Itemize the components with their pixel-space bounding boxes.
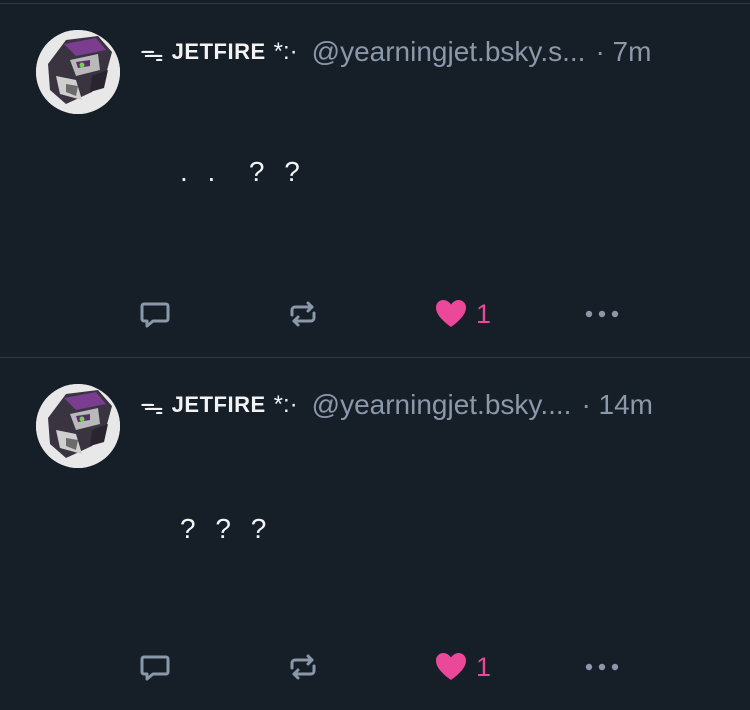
author-name[interactable]: JETFIRE xyxy=(172,392,266,418)
more-options-button[interactable] xyxy=(584,647,620,687)
avatar[interactable] xyxy=(36,384,120,468)
post-timestamp[interactable]: · 14m xyxy=(581,389,653,421)
repost-arrows-icon xyxy=(290,654,316,680)
avatar-image xyxy=(36,384,120,468)
post-header: ᯓ JETFIRE *:· @yearningjet.bsky.s... · 7… xyxy=(140,34,720,70)
heart-icon xyxy=(436,653,466,680)
post-actions: 1 xyxy=(0,294,750,334)
reply-button[interactable] xyxy=(138,647,172,687)
author-handle[interactable]: @yearningjet.bsky.s... xyxy=(312,36,586,68)
like-button[interactable]: 1 xyxy=(434,647,491,687)
repost-button[interactable] xyxy=(286,294,320,334)
ellipsis-icon xyxy=(585,310,619,318)
like-count: 1 xyxy=(476,298,492,329)
author-name[interactable]: JETFIRE xyxy=(172,39,266,65)
post-item[interactable]: ᯓ JETFIRE *:· @yearningjet.bsky.... · 14… xyxy=(0,357,750,710)
speech-bubble-icon xyxy=(140,655,170,681)
heart-icon xyxy=(436,300,466,327)
avatar[interactable] xyxy=(36,30,120,114)
avatar-image xyxy=(36,30,120,114)
ellipsis-icon xyxy=(585,663,619,671)
name-prefix-glyph: ᯓ xyxy=(140,39,164,67)
name-prefix-glyph: ᯓ xyxy=(140,392,164,420)
name-suffix-glyph: *:· xyxy=(273,391,298,418)
speech-bubble-icon xyxy=(140,302,170,328)
post-item[interactable]: ᯓ JETFIRE *:· @yearningjet.bsky.s... · 7… xyxy=(0,4,750,356)
like-button[interactable]: 1 xyxy=(434,294,491,334)
post-text: . . ? ? xyxy=(180,156,306,187)
post-text: ? ? ? xyxy=(180,513,273,544)
post-actions: 1 xyxy=(0,647,750,687)
author-handle[interactable]: @yearningjet.bsky.... xyxy=(312,389,572,421)
name-suffix-glyph: *:· xyxy=(273,38,298,65)
repost-arrows-icon xyxy=(290,301,316,327)
post-header: ᯓ JETFIRE *:· @yearningjet.bsky.... · 14… xyxy=(140,387,720,423)
like-count: 1 xyxy=(476,651,492,682)
more-options-button[interactable] xyxy=(584,294,620,334)
repost-button[interactable] xyxy=(286,647,320,687)
post-timestamp[interactable]: · 7m xyxy=(595,36,651,68)
reply-button[interactable] xyxy=(138,294,172,334)
